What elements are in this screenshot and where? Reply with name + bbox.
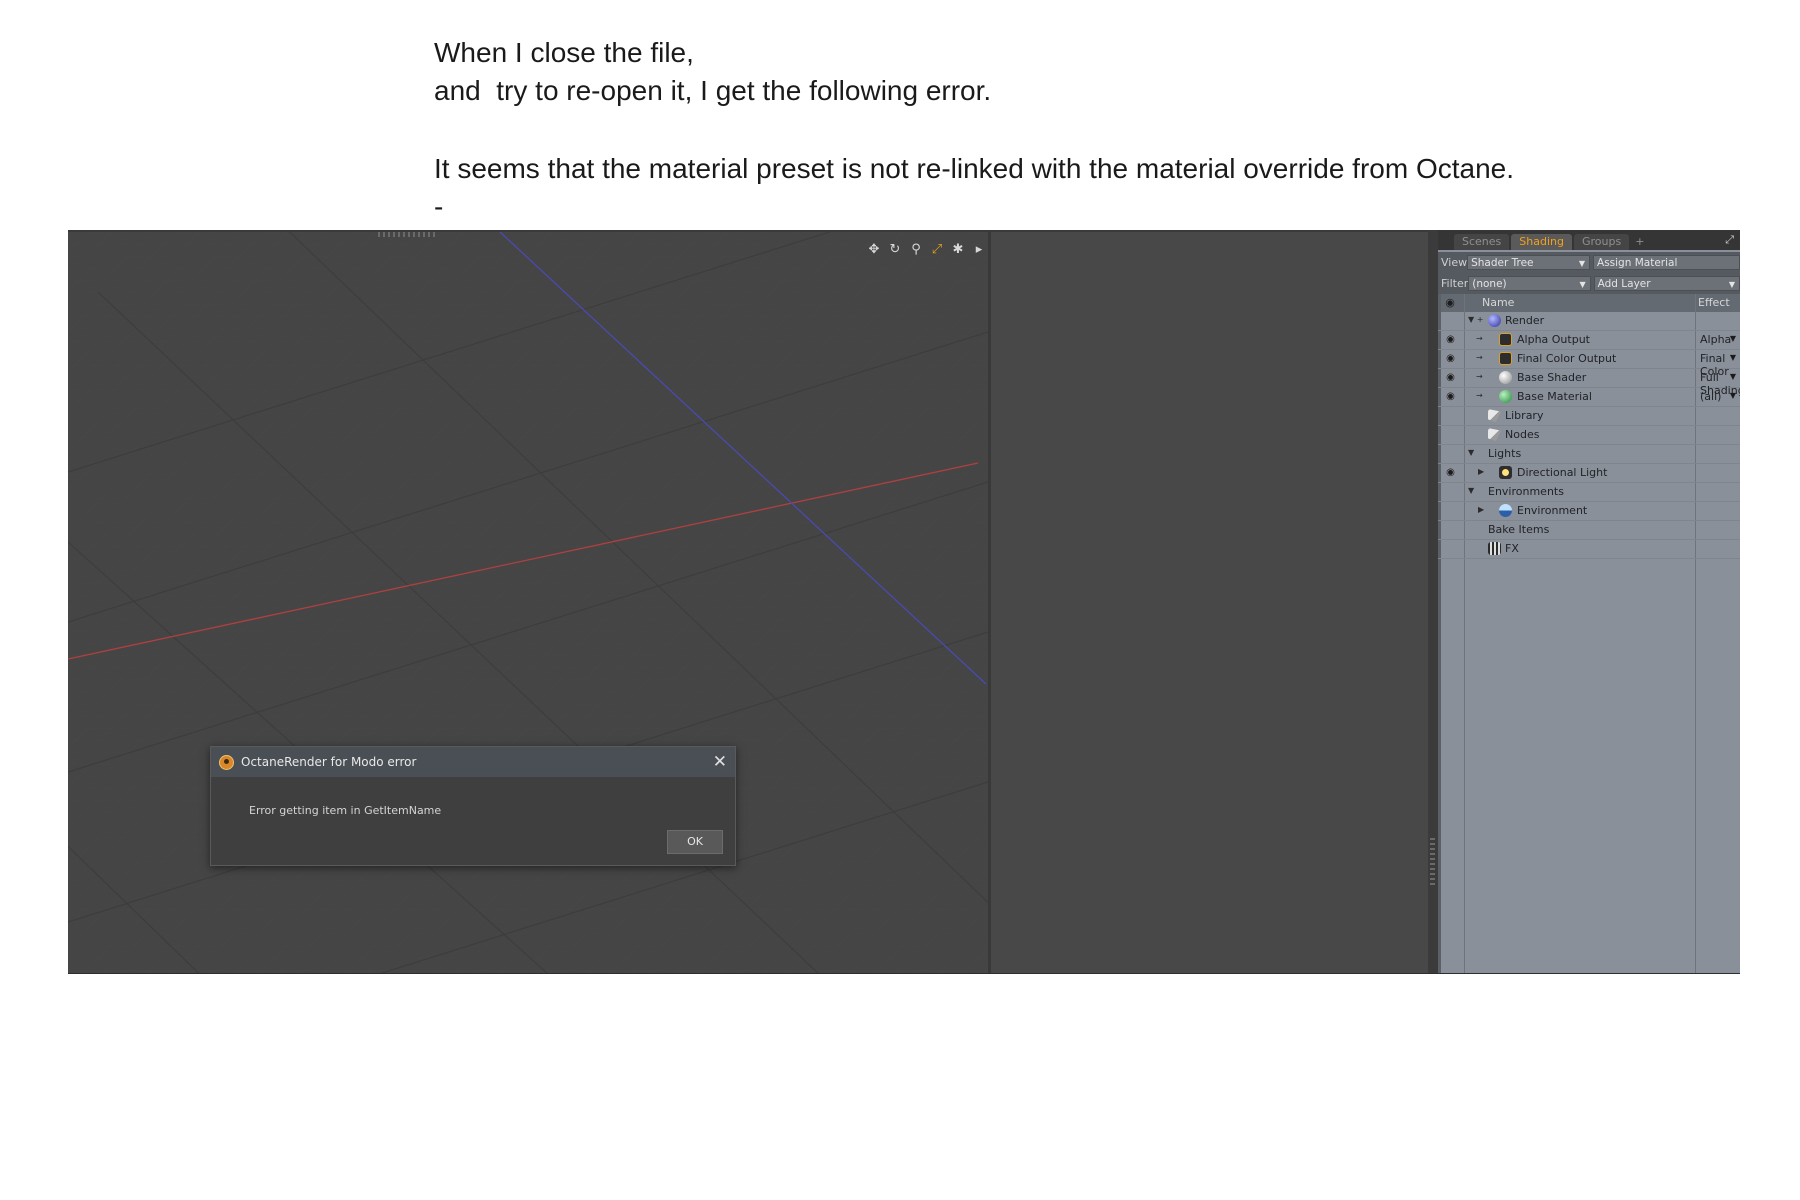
gear-icon[interactable]: ✱ [950, 242, 966, 258]
filter-row: Filter (none) ▼ Add Layer ▼ [1438, 273, 1740, 294]
expand-icon[interactable]: ▼ [1468, 448, 1474, 457]
move-icon[interactable]: ✥ [866, 242, 882, 258]
environment-icon [1499, 504, 1512, 517]
shader-icon [1499, 371, 1512, 384]
tab-groups[interactable]: Groups [1573, 234, 1630, 250]
visibility-column-icon[interactable]: ◉ [1441, 296, 1459, 310]
3d-viewport[interactable]: ✥ ↻ ⚲ ⤢ ✱ ▸ OctaneRender for Modo error … [68, 230, 988, 974]
eye-icon[interactable]: ◉ [1444, 467, 1457, 479]
assign-material-button[interactable]: Assign Material [1593, 255, 1740, 270]
error-message: Error getting item in GetItemName [249, 804, 442, 817]
expand-icon[interactable]: ▶ [1478, 505, 1484, 514]
expand-icon[interactable]: ▶ [1478, 467, 1484, 476]
tree-row-fx[interactable]: FX [1438, 540, 1740, 559]
panel-tabs: Scenes Shading Groups + ⤢ [1438, 230, 1740, 250]
tree-row-environments[interactable]: ▼ Environments [1438, 483, 1740, 502]
note-line-1: When I close the file, [434, 37, 694, 68]
rotate-icon[interactable]: ↻ [887, 242, 903, 258]
dialog-title: OctaneRender for Modo error [241, 755, 417, 769]
tree-row-directional-light[interactable]: ◉ ▶ Directional Light [1438, 464, 1740, 483]
octane-logo-icon [219, 754, 234, 770]
clapper-icon [1488, 542, 1501, 555]
folder-icon [1488, 428, 1501, 441]
eye-icon[interactable]: ◉ [1444, 334, 1457, 346]
chevron-down-icon: ▼ [1579, 280, 1586, 289]
error-dialog: OctaneRender for Modo error ✕ Error gett… [210, 746, 736, 866]
viewport-toolbar: ✥ ↻ ⚲ ⤢ ✱ ▸ [866, 242, 987, 258]
description-text: When I close the file, and try to re-ope… [434, 34, 1734, 226]
tab-shading[interactable]: Shading [1511, 234, 1572, 250]
fit-icon[interactable]: ⤢ [929, 242, 945, 258]
render-icon [1488, 314, 1501, 327]
panel-resize-handle[interactable] [378, 232, 438, 237]
note-line-4: - [434, 191, 444, 222]
eye-icon[interactable]: ◉ [1444, 391, 1457, 403]
chevron-down-icon[interactable]: ▼ [1730, 353, 1736, 362]
ok-button[interactable]: OK [667, 830, 723, 854]
expand-icon[interactable]: ▼ + [1468, 315, 1483, 324]
add-tab-button[interactable]: + [1631, 234, 1648, 250]
shader-tree-list: ▼ + Render ◉ → Alpha Output Alpha ▼ ◉ → … [1438, 312, 1740, 559]
eye-icon[interactable]: ◉ [1444, 353, 1457, 365]
name-column-header[interactable]: Name [1482, 296, 1514, 309]
tree-row-base-material[interactable]: ◉ → Base Material (all) ▼ [1438, 388, 1740, 407]
panel-resize-handle[interactable] [1430, 835, 1435, 885]
view-label: View [1441, 256, 1468, 269]
dialog-titlebar: OctaneRender for Modo error ✕ [211, 747, 735, 777]
chevron-down-icon[interactable]: ▼ [1730, 372, 1736, 381]
chevron-down-icon: ▼ [1728, 280, 1735, 289]
tree-row-bake-items[interactable]: Bake Items [1438, 521, 1740, 540]
note-line-3: It seems that the material preset is not… [434, 153, 1515, 184]
zoom-icon[interactable]: ⚲ [908, 242, 924, 258]
tab-scenes[interactable]: Scenes [1454, 234, 1510, 250]
tree-row-lights[interactable]: ▼ Lights [1438, 445, 1740, 464]
output-icon [1499, 333, 1512, 346]
tree-row-final-color-output[interactable]: ◉ → Final Color Output Final Color ▼ [1438, 350, 1740, 378]
output-icon [1499, 352, 1512, 365]
chevron-down-icon: ▼ [1578, 259, 1586, 268]
expand-icon[interactable]: ▼ [1468, 486, 1474, 495]
modo-screenshot: ✥ ↻ ⚲ ⤢ ✱ ▸ OctaneRender for Modo error … [68, 230, 1740, 974]
tree-row-library[interactable]: Library [1438, 407, 1740, 426]
effect-column-header[interactable]: Effect [1698, 296, 1730, 309]
empty-viewport[interactable] [991, 230, 1428, 974]
filter-select[interactable]: (none) ▼ [1468, 276, 1591, 291]
maximize-icon[interactable]: ⤢ [1725, 233, 1734, 247]
add-layer-dropdown[interactable]: Add Layer ▼ [1593, 276, 1740, 291]
tree-row-nodes[interactable]: Nodes [1438, 426, 1740, 445]
view-row: View Shader Tree ▼ Assign Material [1438, 252, 1740, 273]
shader-tree-panel: Scenes Shading Groups + ⤢ View Shader Tr… [1438, 230, 1740, 974]
folder-icon [1488, 409, 1501, 422]
chevron-down-icon[interactable]: ▼ [1730, 391, 1736, 400]
material-icon [1499, 390, 1512, 403]
view-select[interactable]: Shader Tree ▼ [1467, 255, 1591, 270]
tree-row-render[interactable]: ▼ + Render [1438, 312, 1740, 331]
close-icon[interactable]: ✕ [713, 752, 727, 772]
arrow-right-icon[interactable]: ▸ [971, 242, 987, 258]
light-icon [1499, 466, 1512, 479]
tree-row-alpha-output[interactable]: ◉ → Alpha Output Alpha ▼ [1438, 331, 1740, 350]
eye-icon[interactable]: ◉ [1444, 372, 1457, 384]
note-line-2: and try to re-open it, I get the followi… [434, 75, 992, 106]
tree-row-base-shader[interactable]: ◉ → Base Shader Full Shading ▼ [1438, 369, 1740, 397]
filter-label: Filter [1441, 277, 1469, 290]
tree-row-environment[interactable]: ▶ Environment [1438, 502, 1740, 521]
chevron-down-icon[interactable]: ▼ [1730, 334, 1736, 343]
